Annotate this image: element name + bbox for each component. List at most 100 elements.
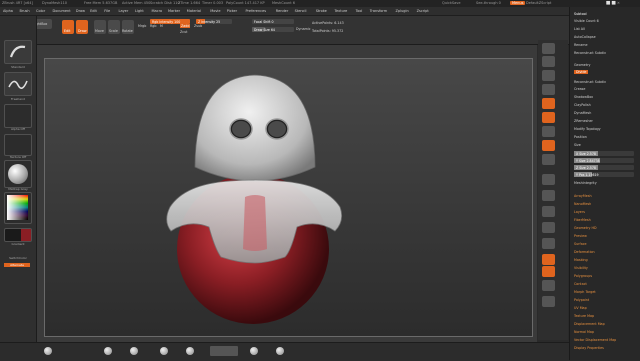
list-all-button[interactable]: List All: [574, 27, 585, 31]
menu-stroke[interactable]: Stroke: [316, 9, 327, 13]
geometry-header[interactable]: Geometry: [574, 63, 590, 67]
menu-texture[interactable]: Texture: [335, 9, 348, 13]
brush-preset-5[interactable]: [186, 347, 194, 355]
normal-map-button[interactable]: Normal Map: [574, 330, 594, 334]
menus-button[interactable]: Menus: [510, 1, 526, 5]
menu-draw[interactable]: Draw: [76, 9, 85, 13]
menu-light[interactable]: Light: [135, 9, 144, 13]
rotate-view-button[interactable]: [542, 222, 555, 233]
zcut-button[interactable]: Zcut: [180, 30, 187, 34]
menu-macro[interactable]: Macro: [152, 9, 163, 13]
reconstruct-subdiv-button[interactable]: Reconstruct Subdiv: [574, 80, 606, 84]
switch-color-button[interactable]: SwitchColor: [2, 256, 34, 260]
default-zscript-button[interactable]: DefaultZScript: [526, 1, 551, 5]
lsym-button[interactable]: [542, 140, 555, 151]
deformation-button[interactable]: Deformation: [574, 250, 595, 254]
polypaint-button[interactable]: Polypaint: [574, 298, 589, 302]
secondary-color-swatch[interactable]: [21, 229, 31, 241]
menu-tool[interactable]: Tool: [356, 9, 363, 13]
color-gradient[interactable]: [7, 195, 28, 220]
texture-map-button[interactable]: Texture Map: [574, 314, 594, 318]
menu-preferences[interactable]: Preferences: [246, 9, 267, 13]
scale-view-button[interactable]: [542, 206, 555, 217]
menu-material[interactable]: Material: [187, 9, 201, 13]
position-button[interactable]: Position: [574, 135, 587, 139]
menu-edit[interactable]: Edit: [90, 9, 97, 13]
move-button[interactable]: Move: [94, 20, 106, 34]
brush-preset-6[interactable]: [210, 346, 238, 356]
surface-button[interactable]: Surface: [574, 242, 587, 246]
dynamesh-button[interactable]: DynaMesh: [574, 111, 591, 115]
robot-model[interactable]: [45, 59, 532, 336]
modify-topology-button[interactable]: Modify Topology: [574, 127, 601, 131]
stroke-button[interactable]: [4, 72, 32, 96]
brush-preset-2[interactable]: [104, 347, 112, 355]
rename-button[interactable]: Rename: [574, 43, 588, 47]
menu-picker[interactable]: Picker: [227, 9, 237, 13]
menu-layer[interactable]: Layer: [119, 9, 129, 13]
mesh-integrity-button[interactable]: MeshIntegrity: [574, 181, 597, 185]
texture-button[interactable]: [4, 134, 32, 156]
crease-button[interactable]: Crease: [574, 87, 585, 91]
material-button[interactable]: [4, 160, 32, 188]
polygroups-button[interactable]: Polygroups: [574, 274, 592, 278]
rotate-button[interactable]: Rotate: [122, 20, 134, 34]
window-controls[interactable]: ⬜ ⬜ ✕: [606, 1, 620, 5]
persp-button[interactable]: [542, 98, 555, 109]
mrgb-button[interactable]: Mrgb: [138, 24, 146, 28]
move-view-button[interactable]: [542, 190, 555, 201]
menu-alpha[interactable]: Alpha: [3, 9, 13, 13]
brush-preset-7[interactable]: [250, 347, 258, 355]
contact-button[interactable]: Contact: [574, 282, 587, 286]
menu-render[interactable]: Render: [276, 9, 288, 13]
xyz-button[interactable]: [542, 154, 555, 165]
menu-file[interactable]: File: [104, 9, 110, 13]
frame-button[interactable]: [542, 174, 555, 185]
m-button[interactable]: M: [160, 24, 163, 28]
visibility-button[interactable]: Visibility: [574, 266, 588, 270]
menu-zscript[interactable]: Zscript: [417, 9, 429, 13]
nanomesh-button[interactable]: NanoMesh: [574, 202, 591, 206]
brush-preset-8[interactable]: [276, 347, 284, 355]
size-button[interactable]: Size: [574, 143, 581, 147]
brush-preset-1[interactable]: [44, 347, 52, 355]
y-pos-slider[interactable]: Y Pos 1.15619: [574, 172, 634, 177]
solo-button[interactable]: [542, 280, 555, 291]
zsub-button[interactable]: Zsub: [194, 24, 202, 28]
brush-button[interactable]: [4, 40, 32, 64]
floor-button[interactable]: [542, 112, 555, 123]
focal-shift-slider[interactable]: Focal Shift 0: [252, 19, 294, 24]
edit-button[interactable]: Edit: [62, 20, 74, 34]
divide-button[interactable]: Divide: [574, 70, 589, 74]
brush-preset-4[interactable]: [160, 347, 168, 355]
z-intensity-slider[interactable]: Z Intensity 25: [196, 19, 232, 24]
document-canvas[interactable]: [44, 58, 533, 337]
draw-size-slider[interactable]: Draw Size 64: [252, 27, 294, 32]
transp-button[interactable]: [542, 254, 555, 265]
brush-preset-3[interactable]: [130, 347, 138, 355]
preview-button[interactable]: Preview: [574, 234, 587, 238]
reconstruct-subdiv-top[interactable]: Reconstruct Subdiv: [574, 51, 606, 55]
morph-target-button[interactable]: Morph Target: [574, 290, 596, 294]
fibermesh-button[interactable]: FiberMesh: [574, 218, 591, 222]
color-picker[interactable]: [4, 192, 32, 224]
z-size-slider[interactable]: Z Size 2.578: [574, 165, 634, 170]
zoom-button[interactable]: [542, 84, 555, 95]
menu-movie[interactable]: Movie: [210, 9, 220, 13]
menu-zplugin[interactable]: Zplugin: [396, 9, 409, 13]
quicksave-button[interactable]: QuickSave: [442, 1, 461, 5]
layers-button[interactable]: Layers: [574, 210, 585, 214]
menu-transform[interactable]: Transform: [370, 9, 387, 13]
x-size-slider[interactable]: X Size 2.578: [574, 151, 634, 156]
local-button[interactable]: [542, 126, 555, 137]
polyf-button[interactable]: [542, 238, 555, 249]
masking-button[interactable]: Masking: [574, 258, 588, 262]
zadd-button[interactable]: Zadd: [180, 24, 191, 28]
y-size-slider[interactable]: Y Size 2.84738: [574, 158, 634, 163]
see-through-slider[interactable]: See-through 0: [476, 1, 501, 5]
subtool-header[interactable]: Subtool: [574, 12, 587, 16]
displacement-map-button[interactable]: Displacement Map: [574, 322, 605, 326]
menu-marker[interactable]: Marker: [168, 9, 180, 13]
alternate-button[interactable]: Alternate: [4, 263, 30, 267]
dynamic-button[interactable]: Dynamic: [296, 27, 311, 31]
